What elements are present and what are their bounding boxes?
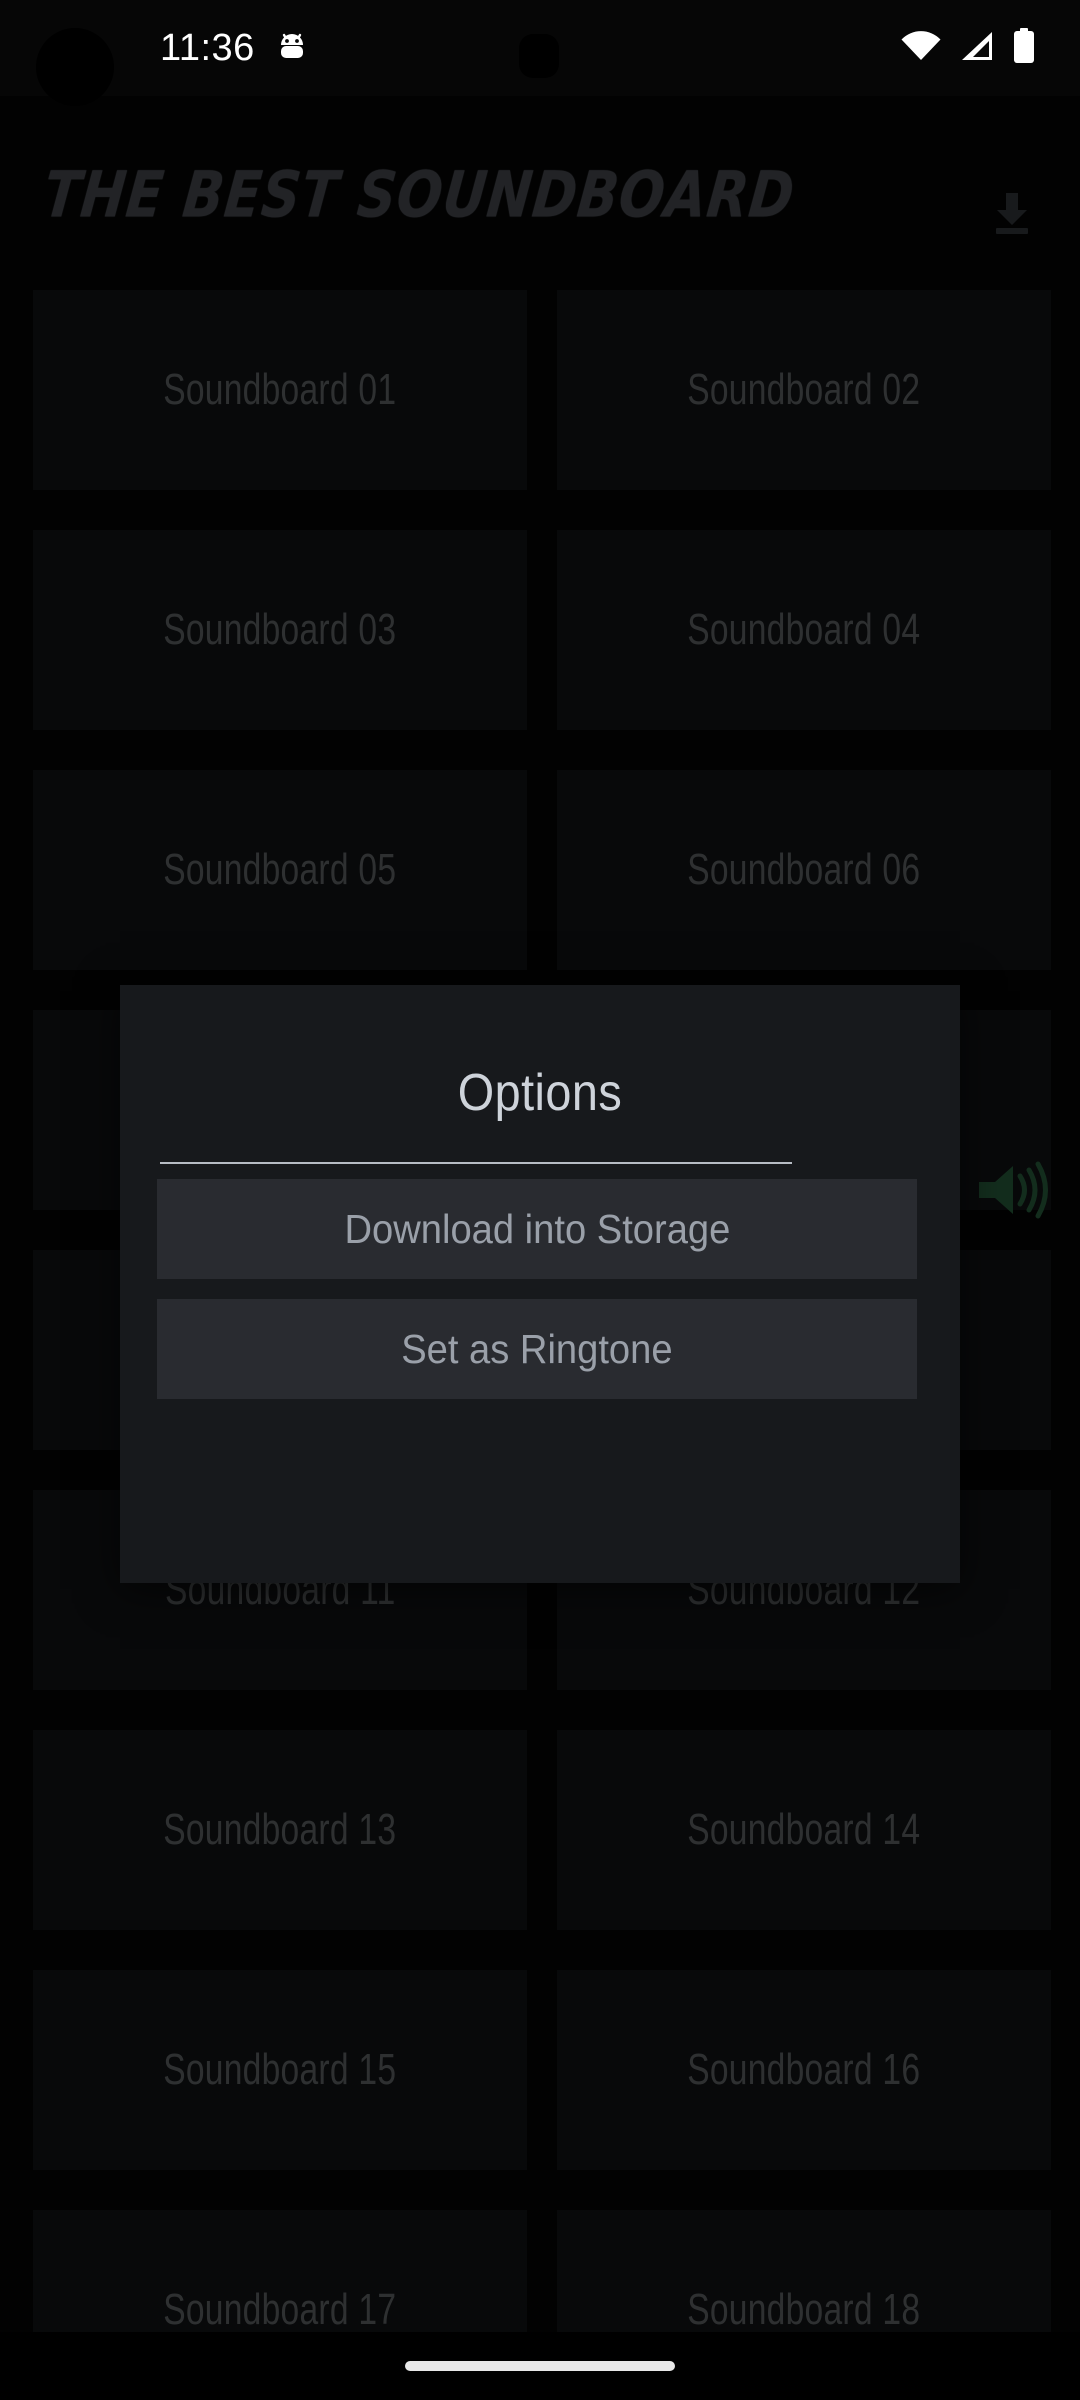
camera-cutout — [36, 28, 114, 106]
dialog-title: Options — [457, 1064, 623, 1122]
set-as-ringtone-label: Set as Ringtone — [401, 1325, 673, 1372]
android-droid-icon — [275, 0, 309, 96]
download-into-storage-label: Download into Storage — [344, 1205, 730, 1252]
home-gesture-pill[interactable] — [405, 2361, 675, 2371]
dialog-divider — [160, 1162, 792, 1164]
status-bar: 11:36 — [0, 0, 1080, 106]
notch-cutout — [519, 34, 559, 78]
set-as-ringtone-button[interactable]: Set as Ringtone — [157, 1299, 917, 1399]
status-bar-clock: 11:36 — [160, 26, 255, 69]
wifi-icon — [900, 30, 942, 67]
status-bar-icons — [900, 0, 1036, 96]
cellular-signal-icon — [958, 30, 996, 67]
options-dialog: Options Download into Storage Set as Rin… — [120, 985, 960, 1583]
navigation-bar — [0, 2332, 1080, 2400]
download-into-storage-button[interactable]: Download into Storage — [157, 1179, 917, 1279]
battery-icon — [1012, 27, 1036, 69]
phone-screen: Soundboard 01 Soundboard 02 Soundboard 0… — [0, 0, 1080, 2400]
